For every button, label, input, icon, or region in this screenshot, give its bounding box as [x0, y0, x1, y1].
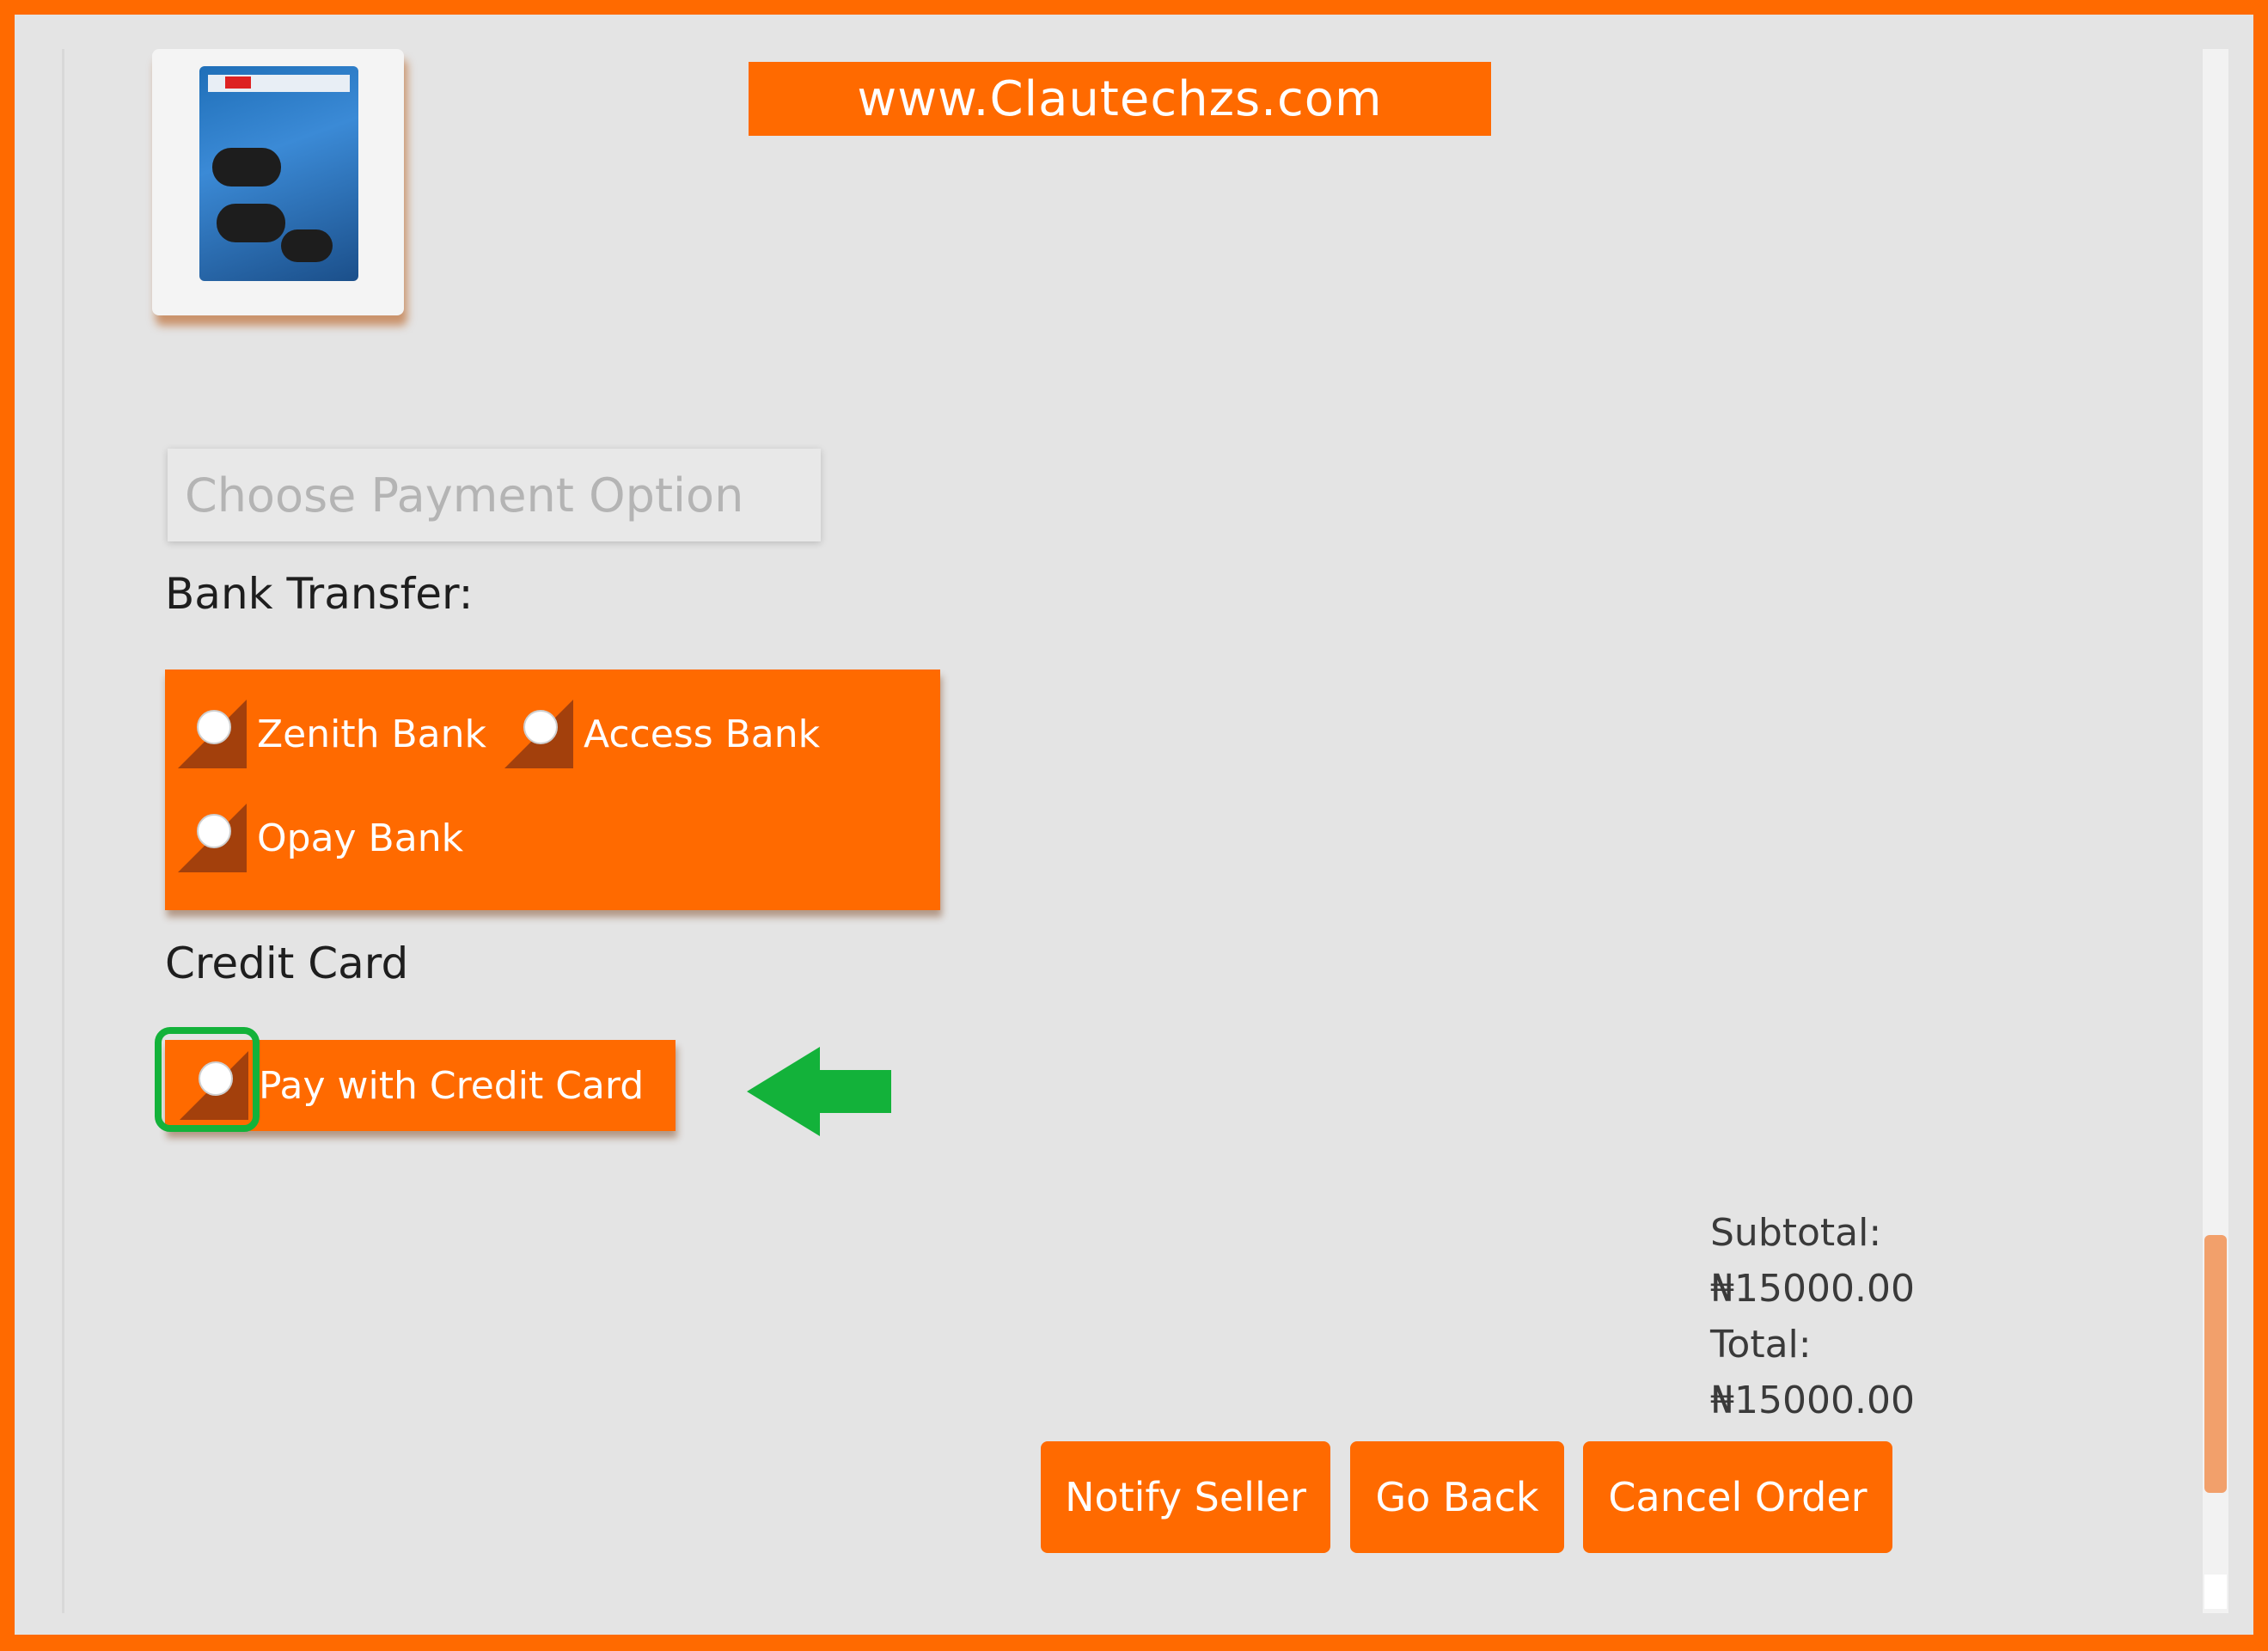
radio-access-bank[interactable]: Access Bank [504, 700, 820, 768]
product-image [199, 66, 358, 281]
total-value: ₦15000.00 [1710, 1379, 1915, 1422]
package-logo [225, 76, 251, 89]
subtotal-value: ₦15000.00 [1710, 1267, 1915, 1311]
total-label: Total: [1710, 1323, 1812, 1367]
page-frame: Choose Payment Option Bank Transfer: Zen… [15, 15, 2253, 1635]
bank-option-label: Opay Bank [257, 816, 464, 860]
bank-option-label: Access Bank [584, 712, 821, 756]
highlight-box [155, 1027, 260, 1132]
controller-image [217, 204, 285, 242]
arrow-left-icon [747, 1047, 891, 1136]
scrollbar[interactable] [2203, 49, 2228, 1613]
radio-opay-bank[interactable]: Opay Bank [178, 804, 463, 872]
watermark-banner: www.Clautechzs.com [749, 62, 1491, 136]
go-back-button[interactable]: Go Back [1350, 1441, 1564, 1553]
bank-option-label: Zenith Bank [257, 712, 486, 756]
radio-circle-icon[interactable] [197, 814, 231, 848]
receiver-image [281, 229, 333, 262]
payment-option-heading: Choose Payment Option [168, 449, 821, 541]
cancel-order-button[interactable]: Cancel Order [1583, 1441, 1892, 1553]
bank-transfer-label: Bank Transfer: [165, 569, 474, 619]
radio-zenith-bank[interactable]: Zenith Bank [178, 700, 486, 768]
scrollbar-thumb[interactable] [2204, 1235, 2227, 1493]
order-summary: Subtotal: ₦15000.00 Total: ₦15000.00 [1710, 1205, 1915, 1428]
product-card [152, 49, 404, 315]
credit-card-label: Credit Card [165, 939, 409, 988]
controller-image [212, 148, 281, 187]
radio-circle-icon[interactable] [197, 710, 231, 744]
scrollbar-corner [2204, 1575, 2227, 1609]
radio-button[interactable] [178, 804, 247, 872]
credit-card-option-label: Pay with Credit Card [259, 1063, 645, 1108]
content-border [62, 49, 64, 1613]
notify-seller-button[interactable]: Notify Seller [1041, 1441, 1330, 1553]
radio-button[interactable] [178, 700, 247, 768]
radio-circle-icon[interactable] [523, 710, 558, 744]
subtotal-label: Subtotal: [1710, 1211, 1882, 1255]
radio-button[interactable] [504, 700, 573, 768]
bank-transfer-options: Zenith Bank Access Bank Opay Bank [165, 670, 940, 910]
